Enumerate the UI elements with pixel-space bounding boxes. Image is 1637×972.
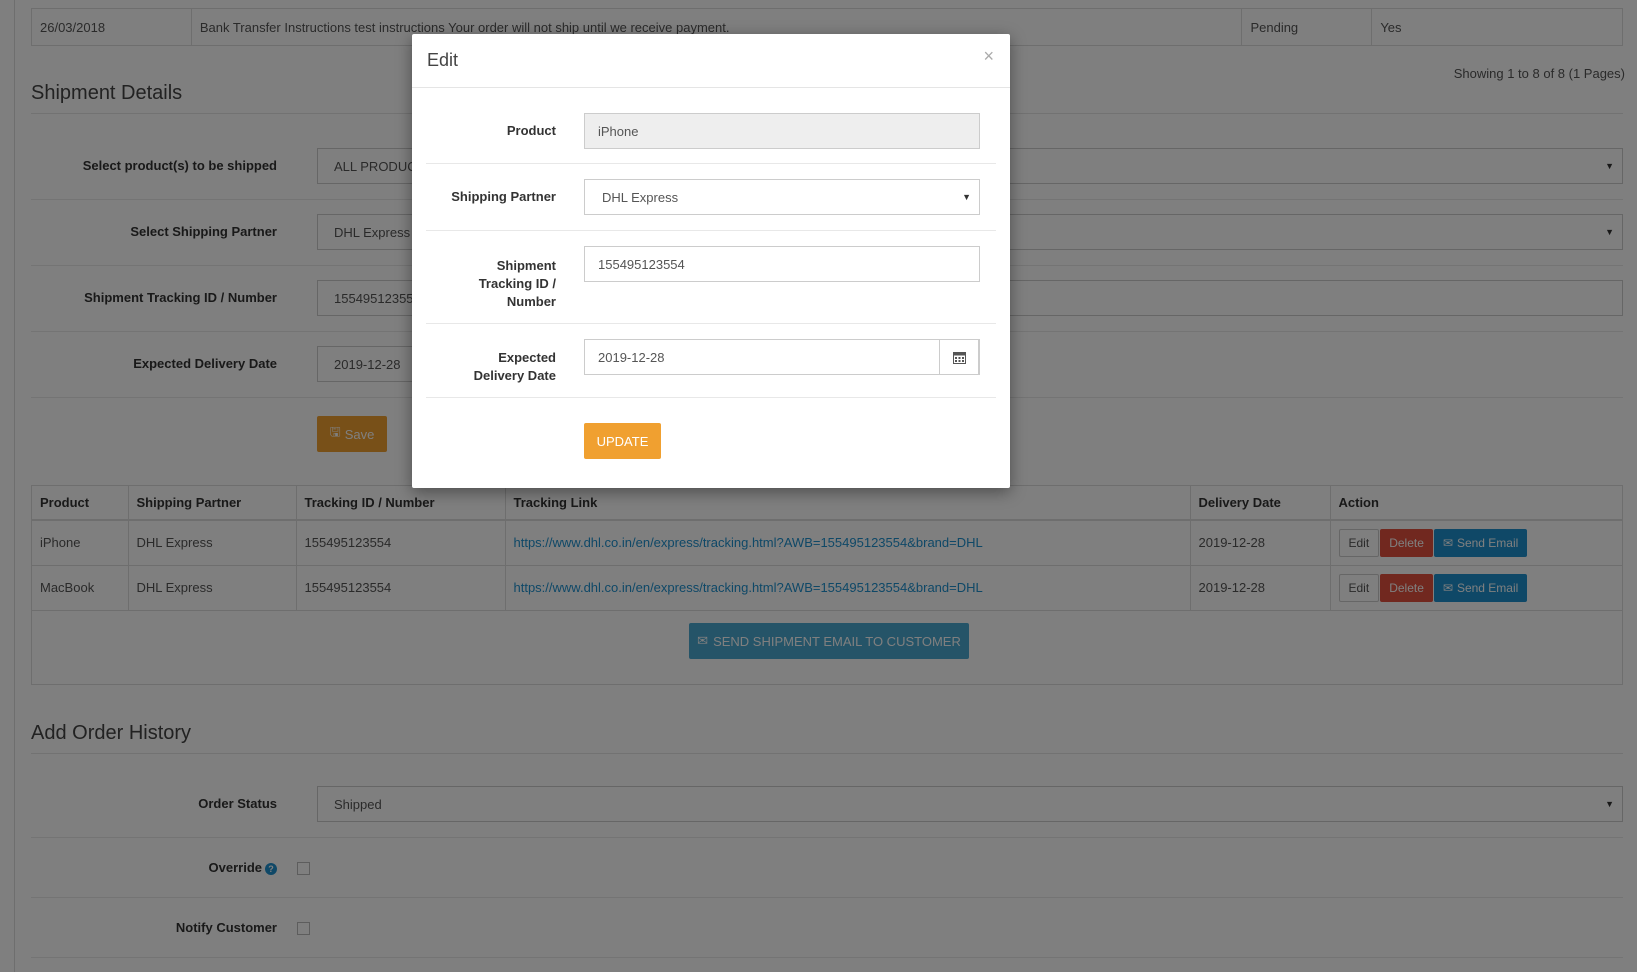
modal-partner-label: Shipping Partner bbox=[451, 189, 556, 204]
modal-date-label: Expected Delivery Date bbox=[426, 349, 556, 385]
modal-product-label: Product bbox=[506, 123, 556, 138]
modal-tracking-label-line: Shipment bbox=[496, 258, 556, 273]
modal-date-value: 2019-12-28 bbox=[598, 349, 665, 365]
modal-partner-select[interactable]: DHL Express ▼ bbox=[584, 179, 980, 215]
modal-tracking-label-line: Number bbox=[506, 294, 556, 309]
modal-product-input[interactable]: iPhone bbox=[584, 113, 980, 149]
modal-title: Edit bbox=[427, 50, 459, 70]
modal-tracking-row: Shipment Tracking ID / Number 1554951235… bbox=[426, 231, 996, 324]
modal-date-label-line: Expected bbox=[498, 350, 556, 365]
calendar-icon[interactable] bbox=[939, 339, 979, 375]
modal-header: Edit × bbox=[412, 34, 1010, 88]
modal-date-row: Expected Delivery Date 2019-12-28 bbox=[426, 324, 996, 398]
caret-down-icon: ▼ bbox=[962, 192, 971, 202]
update-button[interactable]: UPDATE bbox=[584, 423, 661, 459]
modal-partner-value: DHL Express bbox=[602, 189, 679, 205]
modal-partner-row: Shipping Partner DHL Express ▼ bbox=[426, 164, 996, 231]
modal-tracking-input[interactable]: 155495123554 bbox=[584, 246, 980, 282]
close-icon[interactable]: × bbox=[983, 46, 994, 67]
modal-product-row: Product iPhone bbox=[426, 98, 996, 164]
modal-date-input[interactable]: 2019-12-28 bbox=[584, 339, 980, 375]
modal-tracking-label-line: Tracking ID / bbox=[478, 276, 556, 291]
modal-tracking-label: Shipment Tracking ID / Number bbox=[426, 257, 556, 311]
modal-date-label-line: Delivery Date bbox=[473, 368, 556, 383]
edit-modal: Edit × Product iPhone Shipping Partner D… bbox=[412, 34, 1010, 488]
